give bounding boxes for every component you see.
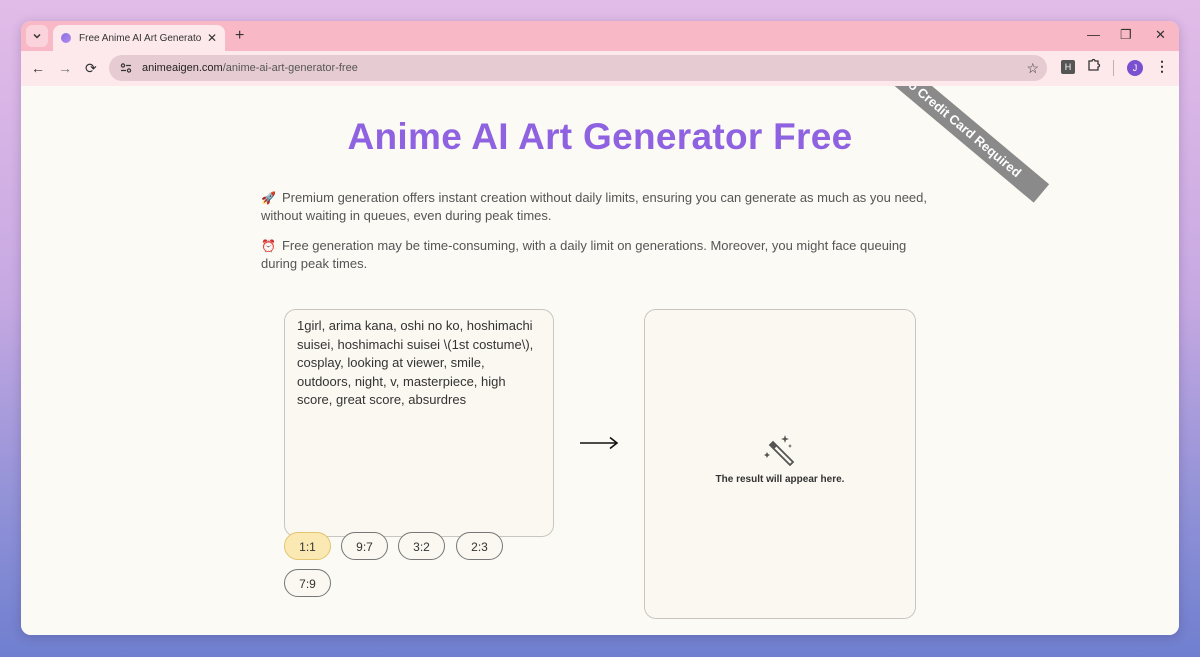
url-path: /anime-ai-art-generator-free — [222, 62, 358, 74]
site-favicon-icon — [61, 33, 71, 43]
prompt-textarea[interactable]: 1girl, arima kana, oshi no ko, hoshimach… — [284, 309, 554, 537]
address-bar[interactable]: animeaigen.com/anime-ai-art-generator-fr… — [109, 55, 1047, 81]
extension-h-icon[interactable]: H — [1061, 60, 1075, 74]
aspect-ratio-7-9-button[interactable]: 7:9 — [284, 569, 331, 597]
result-placeholder: The result will appear here. — [715, 474, 845, 485]
forward-arrow-icon[interactable]: → — [58, 60, 72, 76]
aspect-ratio-1-1-button[interactable]: 1:1 — [284, 532, 331, 560]
aspect-ratio-2-3-button[interactable]: 2:3 — [456, 532, 503, 560]
toolbar-divider — [1113, 60, 1114, 76]
tab-bar: Free Anime AI Art Generator - Create Ani… — [21, 21, 1179, 51]
browser-tab[interactable]: Free Anime AI Art Generator - Create Ani… — [53, 25, 225, 51]
profile-avatar[interactable]: J — [1127, 60, 1143, 76]
reload-icon[interactable]: ⟳ — [85, 60, 97, 76]
bookmark-star-icon[interactable]: ☆ — [1026, 60, 1039, 77]
new-tab-button[interactable]: + — [235, 27, 244, 45]
free-info-text: ⏰ Free generation may be time-consuming, … — [261, 237, 941, 273]
url-text: animeaigen.com/anime-ai-art-generator-fr… — [142, 62, 358, 74]
site-settings-icon[interactable] — [118, 60, 134, 76]
result-panel: The result will appear here. — [644, 309, 916, 619]
premium-description: Premium generation offers instant creati… — [261, 190, 928, 223]
close-window-button[interactable]: ✕ — [1155, 27, 1166, 43]
tab-close-icon[interactable]: ✕ — [205, 31, 219, 45]
browser-window: Free Anime AI Art Generator - Create Ani… — [21, 21, 1179, 635]
alarm-clock-icon: ⏰ — [261, 239, 276, 253]
arrow-right-icon — [580, 436, 619, 450]
browser-toolbar: ← → ⟳ animeaigen.com/anime-ai-art-genera… — [21, 51, 1179, 86]
rocket-icon: 🚀 — [261, 191, 276, 205]
page-content: No Credit Card Required Anime AI Art Gen… — [21, 86, 1179, 635]
extensions-puzzle-icon[interactable] — [1087, 57, 1101, 74]
aspect-ratio-3-2-button[interactable]: 3:2 — [398, 532, 445, 560]
more-menu-icon[interactable]: ⋮ — [1155, 58, 1169, 75]
back-arrow-icon[interactable]: ← — [31, 60, 45, 76]
free-description: Free generation may be time-consuming, w… — [261, 238, 907, 271]
restore-button[interactable]: ❐ — [1120, 27, 1132, 43]
page-title: Anime AI Art Generator Free — [347, 116, 853, 157]
minimize-button[interactable]: — — [1087, 27, 1100, 43]
tab-title: Free Anime AI Art Generator - Create Ani… — [79, 32, 201, 44]
tab-search-button[interactable] — [26, 25, 48, 47]
aspect-ratio-9-7-button[interactable]: 9:7 — [341, 532, 388, 560]
magic-wand-icon — [764, 435, 795, 466]
chevron-down-icon — [33, 33, 41, 39]
premium-info-text: 🚀 Premium generation offers instant creat… — [261, 189, 941, 225]
url-domain: animeaigen.com — [142, 62, 223, 74]
